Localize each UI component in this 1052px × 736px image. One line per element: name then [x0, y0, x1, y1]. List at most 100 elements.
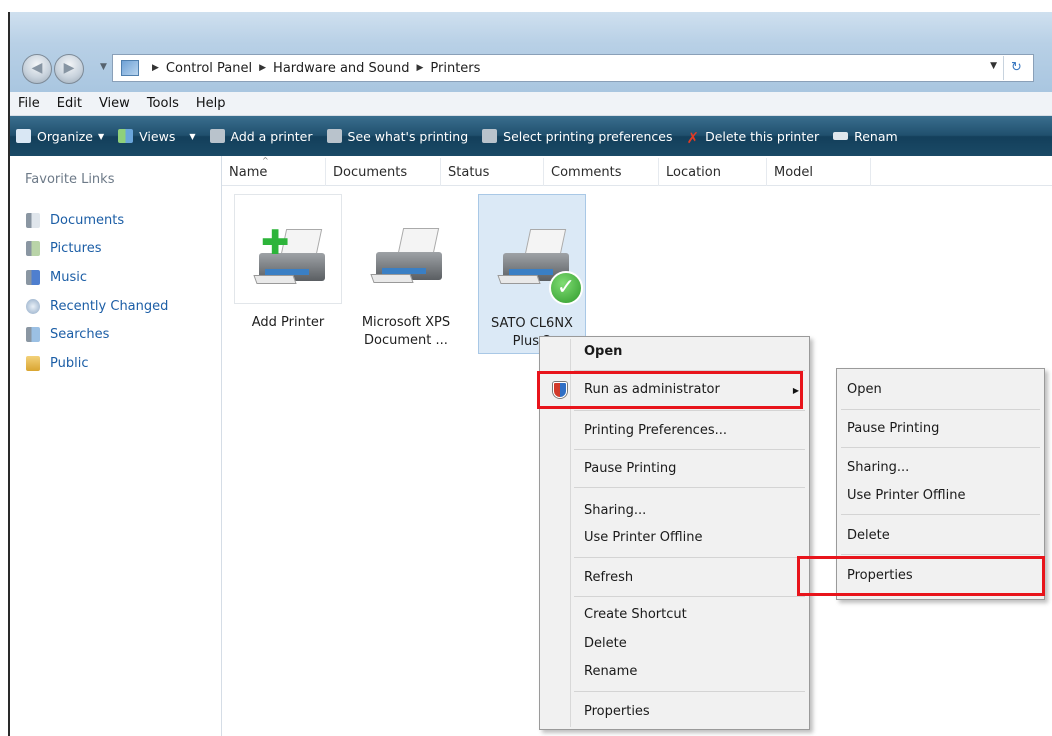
- menu-item-create-shortcut[interactable]: Create Shortcut: [584, 607, 687, 622]
- printer-tile-add[interactable]: ✚ Add Printer: [234, 194, 342, 332]
- menu-separator: [841, 447, 1040, 448]
- forward-button[interactable]: ▶: [54, 54, 84, 84]
- navigation-pane: Favorite Links Documents Pictures Music …: [10, 156, 222, 736]
- menu-file[interactable]: File: [18, 96, 40, 111]
- menu-separator: [574, 596, 805, 597]
- breadcrumb-separator-icon[interactable]: ▶: [259, 63, 266, 73]
- highlight-run-as-admin: [537, 371, 803, 409]
- music-folder-icon: [26, 269, 40, 285]
- rename-button[interactable]: Renam: [833, 129, 898, 144]
- history-dropdown-icon[interactable]: ▼: [100, 62, 107, 72]
- menu-help[interactable]: Help: [196, 96, 226, 111]
- printer-tile-xps[interactable]: Microsoft XPS Document ...: [352, 194, 460, 350]
- submenu-item-delete[interactable]: Delete: [847, 528, 890, 543]
- favorite-links-list: Documents Pictures Music Recently Change…: [26, 206, 168, 378]
- column-status[interactable]: Status: [441, 158, 544, 186]
- back-arrow-icon: ◀: [31, 60, 43, 76]
- printer-prefs-icon: [482, 129, 498, 143]
- fav-label: Recently Changed: [50, 298, 169, 314]
- tile-label-line: SATO CL6NX: [491, 316, 573, 331]
- column-location[interactable]: Location: [659, 158, 767, 186]
- select-prefs-button[interactable]: Select printing preferences: [482, 129, 672, 144]
- printer-icon: [370, 228, 444, 284]
- menu-item-open[interactable]: Open: [584, 344, 622, 359]
- sort-up-icon: ^: [262, 156, 269, 165]
- breadcrumb-printers[interactable]: Printers: [430, 61, 480, 76]
- add-printer-label: Add a printer: [230, 128, 313, 144]
- menu-item-sharing[interactable]: Sharing...: [584, 503, 646, 518]
- menu-tools[interactable]: Tools: [147, 96, 179, 111]
- menu-separator: [574, 557, 805, 558]
- tile-label-line: Document ...: [364, 333, 448, 348]
- delete-printer-label: Delete this printer: [705, 128, 820, 144]
- menu-edit[interactable]: Edit: [57, 96, 82, 111]
- column-label: Status: [448, 164, 490, 180]
- fav-documents[interactable]: Documents: [26, 206, 168, 235]
- submenu-item-offline[interactable]: Use Printer Offline: [847, 488, 965, 503]
- menu-item-delete[interactable]: Delete: [584, 636, 627, 651]
- menu-separator: [574, 449, 805, 450]
- tile-label: Add Printer: [234, 314, 342, 332]
- see-printing-label: See what's printing: [347, 128, 469, 144]
- add-printer-button[interactable]: Add a printer: [209, 128, 313, 144]
- select-prefs-label: Select printing preferences: [503, 128, 673, 144]
- menu-item-printing-prefs[interactable]: Printing Preferences...: [584, 423, 727, 438]
- breadcrumb-hardware-sound[interactable]: Hardware and Sound: [273, 61, 409, 76]
- chevron-down-icon: ▼: [189, 131, 196, 141]
- menu-item-refresh[interactable]: Refresh: [584, 570, 633, 585]
- address-bar[interactable]: ▶ Control Panel ▶ Hardware and Sound ▶ P…: [112, 54, 1034, 82]
- menu-item-rename[interactable]: Rename: [584, 664, 637, 679]
- fav-recently-changed[interactable]: Recently Changed: [26, 292, 168, 321]
- tile-label: Microsoft XPS Document ...: [352, 314, 460, 350]
- column-documents[interactable]: Documents: [326, 158, 441, 186]
- fav-public[interactable]: Public: [26, 349, 168, 378]
- delete-printer-button[interactable]: ✗ Delete this printer: [686, 128, 820, 148]
- forward-arrow-icon: ▶: [63, 60, 75, 76]
- breadcrumb-control-panel[interactable]: Control Panel: [166, 61, 252, 76]
- menu-separator: [574, 410, 805, 411]
- organize-button[interactable]: Organize ▼: [16, 129, 104, 144]
- breadcrumb-separator-icon[interactable]: ▶: [152, 63, 159, 73]
- column-header-row: Name ^ Documents Status Comments Locatio…: [222, 156, 1052, 186]
- column-comments[interactable]: Comments: [544, 158, 659, 186]
- default-check-icon: ✓: [549, 271, 583, 305]
- menu-item-properties[interactable]: Properties: [584, 704, 650, 719]
- fav-music[interactable]: Music: [26, 263, 168, 292]
- column-label: Comments: [551, 164, 622, 180]
- breadcrumb: ▶ Control Panel ▶ Hardware and Sound ▶ P…: [145, 61, 480, 76]
- menu-separator: [841, 409, 1040, 410]
- submenu-item-sharing[interactable]: Sharing...: [847, 460, 909, 475]
- fav-pictures[interactable]: Pictures: [26, 235, 168, 264]
- menu-view[interactable]: View: [99, 96, 130, 111]
- highlight-properties: [797, 556, 1045, 596]
- back-button[interactable]: ◀: [22, 54, 52, 84]
- submenu-item-open[interactable]: Open: [847, 382, 882, 397]
- menu-separator: [841, 554, 1040, 555]
- public-folder-icon: [26, 355, 40, 371]
- submenu-item-pause[interactable]: Pause Printing: [847, 421, 939, 436]
- refresh-icon[interactable]: ↻: [1003, 56, 1029, 80]
- rename-icon: [833, 132, 849, 140]
- breadcrumb-separator-icon[interactable]: ▶: [416, 63, 423, 73]
- pictures-folder-icon: [26, 241, 40, 257]
- menu-item-pause-printing[interactable]: Pause Printing: [584, 461, 676, 476]
- rename-label: Renam: [854, 128, 898, 144]
- menu-item-use-offline[interactable]: Use Printer Offline: [584, 530, 702, 545]
- command-toolbar: Organize ▼ Views ▼ Add a printer See wha…: [10, 116, 1052, 156]
- menu-separator: [841, 514, 1040, 515]
- printer-tile-sato[interactable]: ✓ SATO CL6NX Plus 2: [478, 194, 586, 354]
- fav-searches[interactable]: Searches: [26, 320, 168, 349]
- views-button[interactable]: Views ▼: [118, 129, 196, 144]
- address-dropdown-icon[interactable]: ▼: [990, 61, 997, 71]
- column-name[interactable]: Name ^: [222, 156, 326, 186]
- documents-folder-icon: [26, 212, 40, 228]
- favorite-links-title: Favorite Links: [25, 172, 115, 187]
- column-name-label: Name: [229, 164, 268, 180]
- column-model[interactable]: Model: [767, 158, 871, 186]
- print-queue-icon: [326, 129, 342, 143]
- add-printer-icon: ✚: [253, 223, 327, 285]
- tile-label-line: Microsoft XPS: [361, 315, 451, 330]
- tile-icon-frame: [352, 194, 460, 304]
- see-printing-button[interactable]: See what's printing: [326, 128, 469, 144]
- searches-folder-icon: [26, 327, 40, 343]
